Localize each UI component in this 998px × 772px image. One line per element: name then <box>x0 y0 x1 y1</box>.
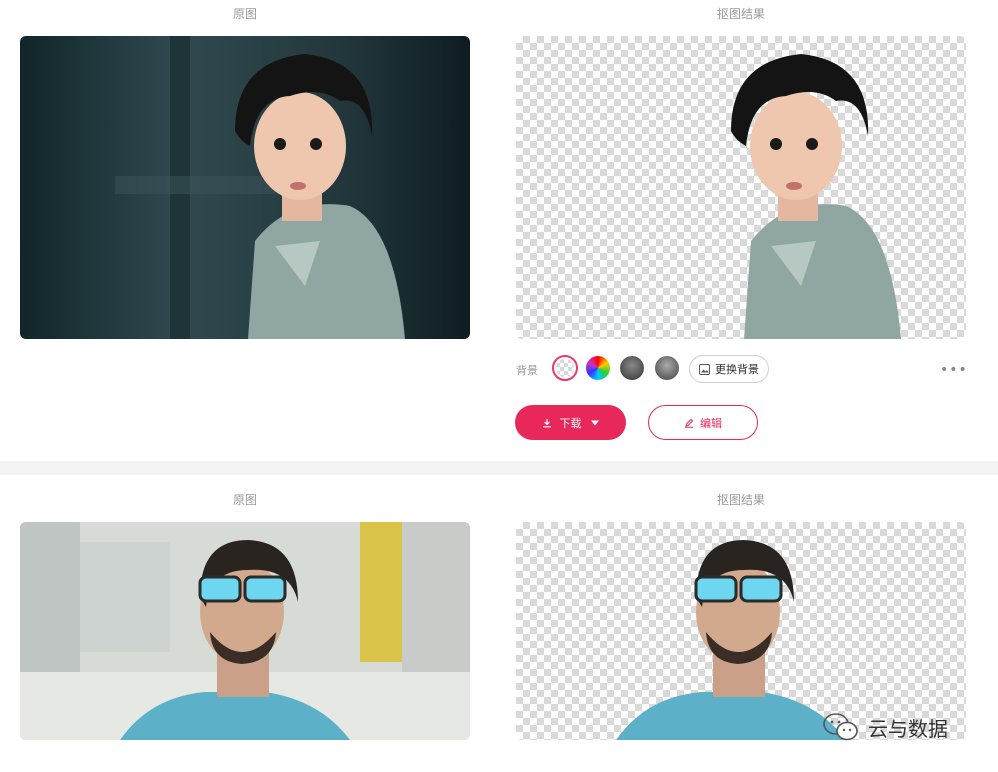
original-image-boy <box>20 36 470 339</box>
result-caption: 抠图结果 <box>716 7 765 21</box>
change-background-label: 更换背景 <box>715 363 759 376</box>
wechat-icon <box>822 712 860 742</box>
original-image-man <box>20 522 470 740</box>
watermark: 云与数据 <box>822 712 948 742</box>
download-button[interactable]: 下载 <box>515 405 626 440</box>
result-caption: 抠图结果 <box>716 493 765 507</box>
more-options-icon[interactable]: ••• <box>940 362 968 378</box>
transparent-swatch[interactable] <box>552 355 578 381</box>
image-swatch-2[interactable] <box>655 356 679 380</box>
caret-down-icon[interactable] <box>590 420 600 426</box>
background-label: 背景 <box>516 364 538 377</box>
section-divider <box>0 461 998 475</box>
download-icon <box>542 418 552 428</box>
edit-button[interactable]: 编辑 <box>648 405 758 440</box>
result-image-man <box>516 522 966 740</box>
image-swatch-1[interactable] <box>620 356 644 380</box>
result-image-boy <box>516 36 966 339</box>
original-caption: 原图 <box>232 7 257 21</box>
edit-label: 编辑 <box>700 416 722 430</box>
pencil-icon <box>684 418 694 428</box>
download-label: 下载 <box>559 416 582 430</box>
original-caption: 原图 <box>232 493 257 507</box>
color-wheel-swatch[interactable] <box>586 356 610 380</box>
watermark-text: 云与数据 <box>868 716 948 741</box>
image-icon <box>699 363 710 375</box>
result-card-1: 原图 抠图结果 背景 更换背景 ••• 下载 编辑 <box>0 0 998 461</box>
change-background-button[interactable]: 更换背景 <box>689 355 769 383</box>
